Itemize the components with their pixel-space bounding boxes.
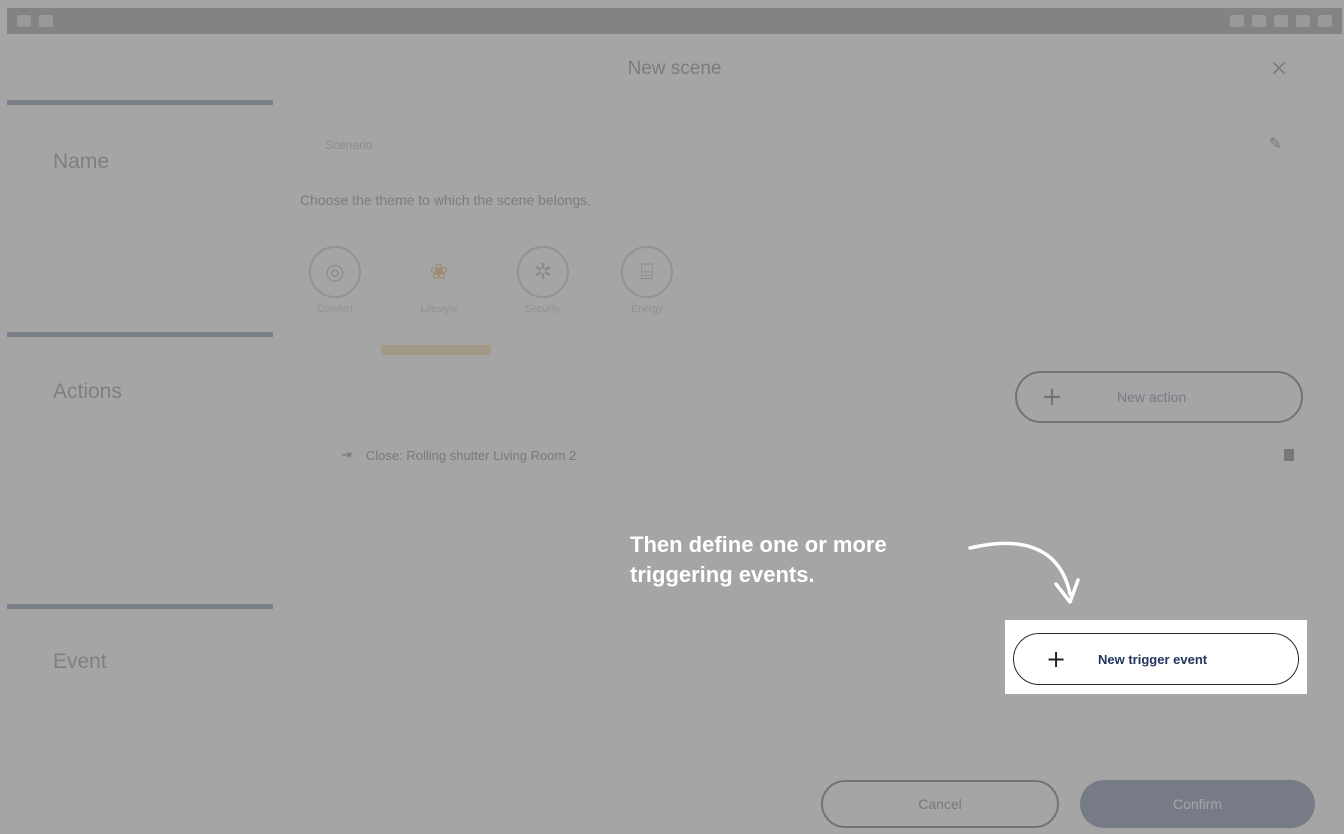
section-label-event: Event bbox=[53, 650, 107, 673]
theme-label: Comfort bbox=[317, 304, 353, 315]
status-bar bbox=[7, 8, 1342, 34]
theme-option-lifestyle[interactable]: ❀ Lifestyle bbox=[399, 246, 479, 316]
theme-label: Security bbox=[524, 304, 562, 315]
selected-theme-indicator bbox=[381, 345, 491, 355]
warning-icon bbox=[39, 15, 53, 27]
scene-editor: New scene × Name Scenario ✎ Choose the t… bbox=[7, 34, 1342, 834]
theme-hint: Choose the theme to which the scene belo… bbox=[300, 192, 592, 208]
confirm-button[interactable]: Confirm bbox=[1080, 780, 1315, 828]
callout-line-1: Then define one or more bbox=[630, 532, 887, 557]
action-label: Close: Rolling shutter Living Room 2 bbox=[365, 448, 577, 463]
theme-label: Lifestyle bbox=[420, 304, 458, 315]
section-divider-event bbox=[7, 604, 273, 609]
new-trigger-event-button[interactable]: + New trigger event bbox=[1013, 633, 1299, 685]
scene-name-field[interactable]: Scenario bbox=[325, 138, 372, 152]
theme-option-comfort[interactable]: ◎ Comfort bbox=[295, 246, 375, 316]
section-label-name: Name bbox=[53, 150, 110, 173]
security-icon: ✲ bbox=[517, 246, 569, 298]
close-icon[interactable]: × bbox=[1264, 54, 1294, 84]
action-list-item[interactable]: ⇥ Close: Rolling shutter Living Room 2 bbox=[341, 448, 576, 463]
callout-arrow-icon bbox=[968, 541, 1080, 604]
bluetooth-icon bbox=[1230, 15, 1244, 27]
delete-icon[interactable] bbox=[1284, 449, 1294, 461]
theme-label: Energy bbox=[631, 304, 663, 315]
title-bar: New scene × bbox=[7, 34, 1342, 104]
section-label-actions: Actions bbox=[53, 380, 122, 403]
callout-line-2: triggering events. bbox=[630, 562, 815, 587]
people-icon: ❀ bbox=[429, 259, 449, 285]
signal-icon bbox=[1296, 15, 1310, 27]
shutter-close-icon: ⇥ bbox=[341, 448, 352, 463]
battery-icon bbox=[1318, 15, 1332, 27]
cancel-button[interactable]: Cancel bbox=[821, 780, 1059, 828]
plus-icon: + bbox=[1041, 382, 1063, 412]
section-divider-actions bbox=[7, 332, 273, 337]
page-title: New scene bbox=[627, 58, 722, 79]
notification-icon bbox=[17, 15, 31, 27]
mute-icon bbox=[1252, 15, 1266, 27]
tutorial-callout: Then define one or more triggering event… bbox=[630, 530, 887, 590]
device-screen: New scene × Name Scenario ✎ Choose the t… bbox=[7, 8, 1342, 834]
section-divider-name bbox=[7, 100, 273, 105]
new-action-button[interactable]: + New action bbox=[1015, 371, 1303, 423]
energy-icon: ⌸ bbox=[621, 246, 673, 298]
theme-option-security[interactable]: ✲ Security bbox=[503, 246, 583, 316]
new-action-label: New action bbox=[1117, 389, 1187, 405]
wifi-icon bbox=[1274, 15, 1288, 27]
comfort-icon: ◎ bbox=[309, 246, 361, 298]
edit-pencil-icon[interactable]: ✎ bbox=[1269, 134, 1282, 153]
new-trigger-event-label: New trigger event bbox=[1098, 651, 1208, 667]
theme-option-energy[interactable]: ⌸ Energy bbox=[607, 246, 687, 316]
plus-icon: + bbox=[1045, 645, 1067, 673]
